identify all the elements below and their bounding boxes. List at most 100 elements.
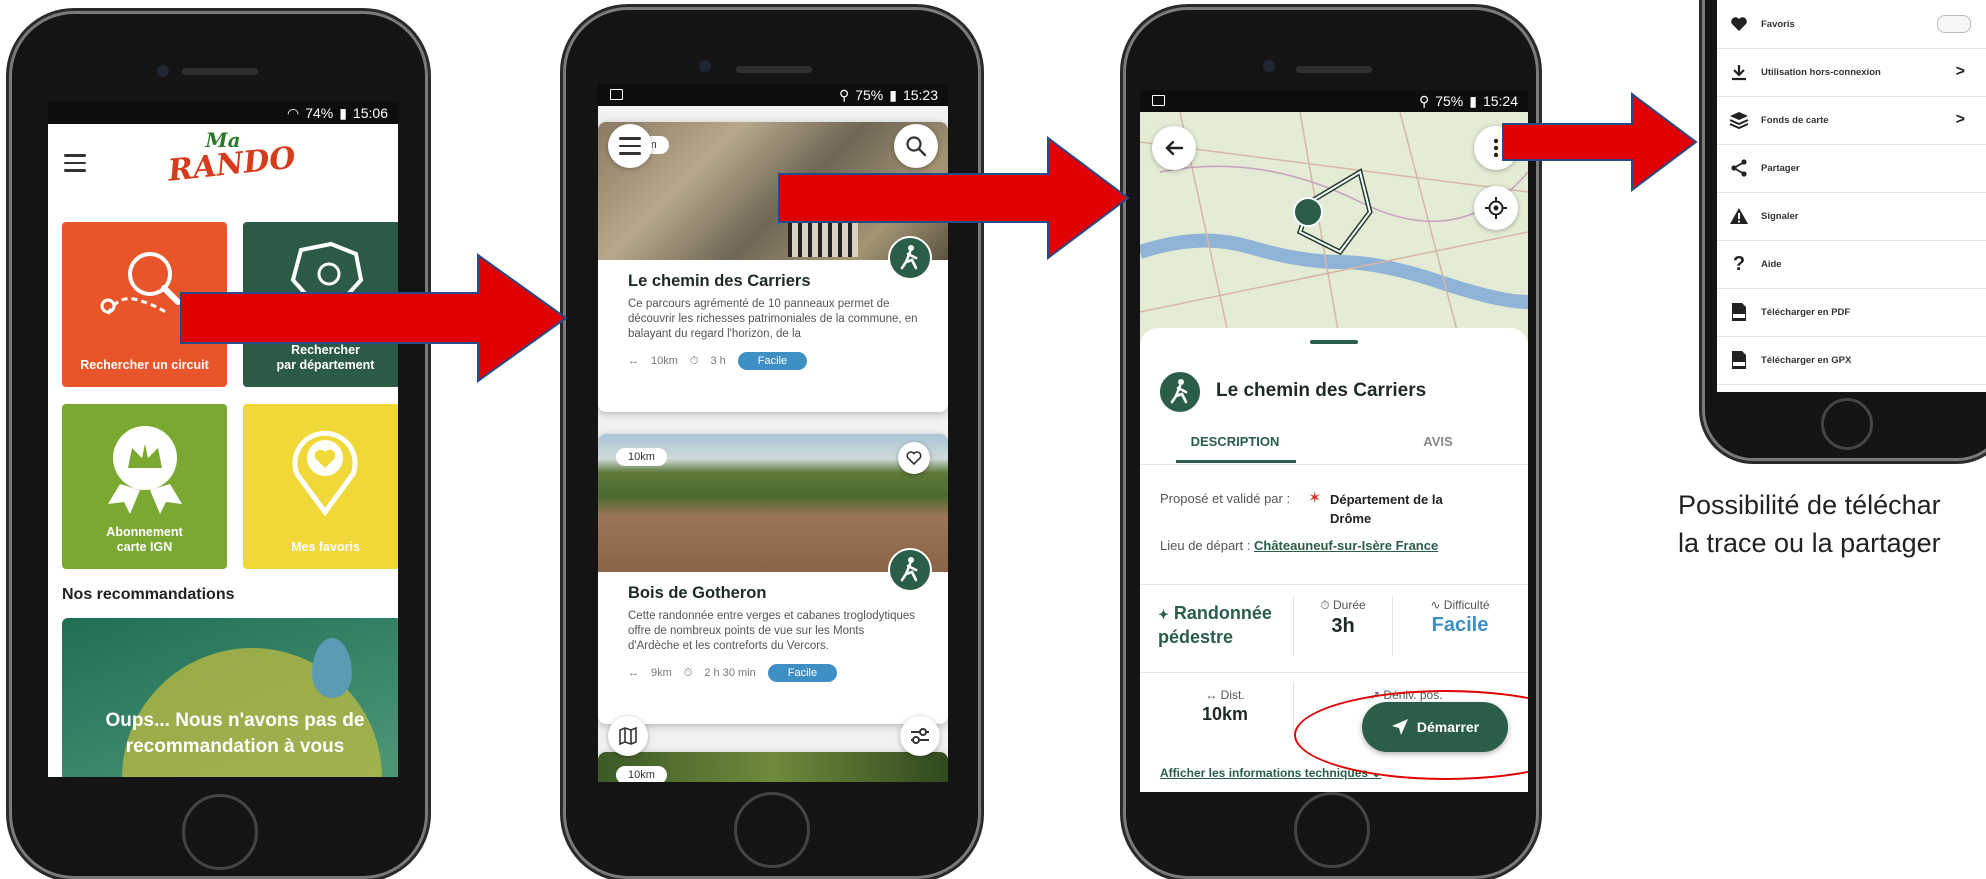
tile-ign-subscription[interactable]: Abonnement carte IGN xyxy=(62,404,227,569)
trail-map[interactable] xyxy=(1140,112,1528,342)
trail-description: Ce parcours agrémenté de 10 panneaux per… xyxy=(628,298,918,340)
menu-item-label: Favoris xyxy=(1761,18,1795,30)
start-label: Lieu de départ : xyxy=(1160,538,1251,553)
timer-icon: ⏱ xyxy=(689,354,699,367)
image-notification-icon xyxy=(610,89,623,100)
menu-item-label: Télécharger en PDF xyxy=(1761,306,1851,318)
pulse-icon: ∿ xyxy=(1430,598,1441,612)
filter-button[interactable] xyxy=(900,716,940,756)
home-button[interactable] xyxy=(182,794,258,870)
trail-distance: 9km xyxy=(651,667,672,679)
duration-label: Durée xyxy=(1333,598,1366,612)
distance-tag: 10km xyxy=(616,766,667,782)
battery-icon: ▮ xyxy=(889,86,897,103)
stats-divider xyxy=(1140,672,1528,673)
menu-item-label: Aide xyxy=(1761,258,1782,270)
stat-separator xyxy=(1293,596,1294,656)
trail-card[interactable]: 10km Bois de Gotheron Cette randonnée en… xyxy=(598,434,948,724)
caption-line-1: Possibilité de téléchar xyxy=(1678,490,1941,520)
timer-icon: ⏱ xyxy=(683,666,693,679)
menu-item-label: Signaler xyxy=(1761,210,1799,222)
screen-options: Favoris Utilisation hors-connexion > Fon… xyxy=(1717,0,1986,392)
menu-item-label: Fonds de carte xyxy=(1761,114,1829,126)
partner-logo-icon: ✶ xyxy=(1308,490,1322,507)
menu-button[interactable] xyxy=(608,124,652,168)
home-button[interactable] xyxy=(1294,792,1370,868)
walker-icon: ✦ xyxy=(1158,607,1169,622)
help-icon: ? xyxy=(1732,252,1746,275)
distance-icon: ↔ xyxy=(628,667,639,679)
stat-separator xyxy=(1392,596,1393,656)
menu-item-download-pdf[interactable]: Télécharger en PDF xyxy=(1717,288,1986,337)
speaker xyxy=(182,68,258,75)
tile-favorites[interactable]: Mes favoris xyxy=(243,404,398,569)
menu-item-basemaps[interactable]: Fonds de carte > xyxy=(1717,96,1986,145)
image-notification-icon xyxy=(1152,95,1165,106)
status-bar: ⚲ 75% ▮ 15:23 xyxy=(598,84,948,106)
badge-icon xyxy=(108,426,182,514)
menu-item-share[interactable]: Partager xyxy=(1717,144,1986,193)
battery-icon: ▮ xyxy=(1469,92,1477,109)
start-location: Lieu de départ : Châteauneuf-sur-Isère F… xyxy=(1160,538,1438,553)
layers-icon xyxy=(1717,111,1761,129)
more-vertical-icon xyxy=(1493,138,1499,158)
locate-button[interactable] xyxy=(1474,186,1518,230)
filter-icon xyxy=(911,728,929,744)
favorite-button[interactable] xyxy=(898,442,930,474)
menu-item-report[interactable]: Signaler xyxy=(1717,192,1986,241)
front-camera xyxy=(157,65,169,77)
heart-pin-icon xyxy=(292,430,358,517)
menu-item-help[interactable]: ? Aide xyxy=(1717,240,1986,289)
drag-handle[interactable] xyxy=(1310,340,1358,344)
difficulty-badge: Facile xyxy=(767,664,838,682)
menu-item-favorites[interactable]: Favoris xyxy=(1717,0,1986,49)
front-camera xyxy=(1263,60,1275,72)
favorites-toggle[interactable] xyxy=(1937,15,1971,33)
trail-card[interactable]: 10km xyxy=(598,752,948,782)
red-arrow-2 xyxy=(778,136,1130,260)
status-bar: ◠ 74% ▮ 15:06 xyxy=(48,102,398,124)
distance-value: 10km xyxy=(1201,704,1249,724)
activity-type: ✦ Randonnée pédestre xyxy=(1158,602,1288,648)
heart-outline-icon xyxy=(906,451,922,466)
map-graphic xyxy=(1140,112,1528,342)
tile-label: Mes favoris xyxy=(291,540,360,554)
menu-icon[interactable] xyxy=(64,154,86,177)
map-view-button[interactable] xyxy=(608,716,648,756)
menu-icon xyxy=(619,137,641,155)
phone-options-menu: Favoris Utilisation hors-connexion > Fon… xyxy=(1705,0,1986,458)
menu-item-download-gpx[interactable]: Télécharger en GPX xyxy=(1717,336,1986,385)
section-title: Nos recommandations xyxy=(62,586,235,603)
distance-icon: ↔ xyxy=(1205,688,1218,702)
distance-stat: ↔ Dist. 10km xyxy=(1160,688,1290,725)
red-arrow-1 xyxy=(180,253,568,383)
tab-reviews[interactable]: AVIS xyxy=(1358,434,1518,449)
stats-divider xyxy=(1140,584,1528,585)
back-button[interactable] xyxy=(1152,126,1196,170)
menu-item-offline[interactable]: Utilisation hors-connexion > xyxy=(1717,48,1986,97)
download-icon xyxy=(1717,63,1761,81)
recommendation-card[interactable]: Oups... Nous n'avons pas de recommandati… xyxy=(62,618,398,777)
clock-icon: ⏱ xyxy=(1320,598,1330,612)
home-button[interactable] xyxy=(1821,398,1873,450)
screen-detail: ⚲ 75% ▮ 15:24 Le chemin des Carriers DES… xyxy=(1140,90,1528,792)
distance-label: Dist. xyxy=(1220,688,1245,702)
home-button[interactable] xyxy=(734,792,810,868)
difficulty-stat: ∿ Difficulté Facile xyxy=(1396,598,1524,637)
trail-distance: 10km xyxy=(651,355,678,367)
map-icon xyxy=(619,726,637,746)
distance-tag: 10km xyxy=(616,448,667,466)
caption-line-2: la trace ou la partager xyxy=(1678,528,1941,558)
tab-description[interactable]: DESCRIPTION xyxy=(1140,434,1330,449)
start-place-link[interactable]: Châteauneuf-sur-Isère France xyxy=(1254,538,1438,553)
detail-sheet: Le chemin des Carriers DESCRIPTION AVIS … xyxy=(1140,328,1528,792)
tabs-divider xyxy=(1140,464,1528,465)
warning-icon xyxy=(1717,207,1761,225)
heart-icon xyxy=(1717,16,1761,32)
duration-stat: ⏱ Durée 3h xyxy=(1298,598,1388,638)
chevron-right-icon: > xyxy=(1955,111,1965,128)
trail-duration: 2 h 30 min xyxy=(704,667,756,679)
difficulty-badge: Facile xyxy=(737,352,808,370)
clock: 15:23 xyxy=(902,87,938,103)
hiking-icon xyxy=(1158,370,1202,414)
